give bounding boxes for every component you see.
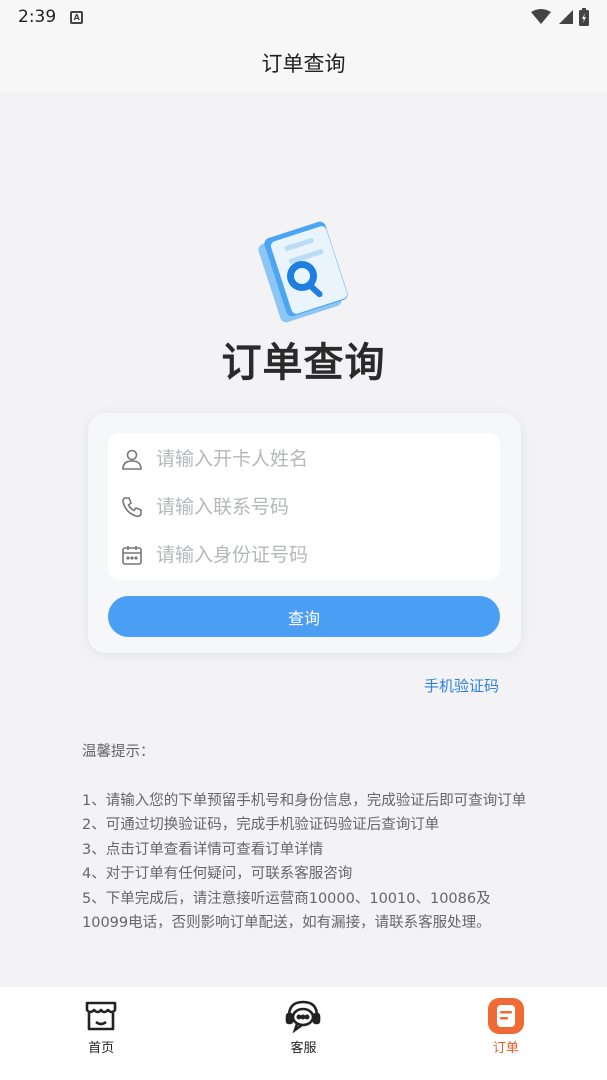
page-title: 订单查询 — [261, 52, 346, 76]
sms-code-link[interactable]: 手机验证码 — [424, 675, 499, 696]
name-field-row — [108, 435, 500, 483]
status-icons — [531, 8, 589, 26]
storefront-icon — [82, 997, 120, 1035]
order-list-icon — [487, 997, 525, 1035]
battery-icon — [579, 8, 589, 26]
phone-field-row — [108, 483, 500, 531]
tab-service-label: 客服 — [290, 1041, 317, 1056]
status-bar: 2:39 A — [0, 0, 607, 34]
tip-item: 1、请输入您的下单预留手机号和身份信息，完成验证后即可查询订单 — [82, 792, 527, 809]
headset-chat-icon — [284, 997, 322, 1035]
tip-item: 2、可通过切换验证码，完成手机验证码验证后查询订单 — [82, 817, 440, 833]
hero-title: 订单查询 — [221, 340, 386, 386]
tab-service[interactable]: 客服 — [202, 987, 404, 1080]
query-card: 查询 — [88, 413, 521, 653]
document-search-icon — [258, 221, 348, 323]
tab-home[interactable]: 首页 — [0, 987, 202, 1080]
signal-icon — [559, 10, 573, 24]
wifi-icon — [531, 9, 551, 24]
bottom-tab-bar: 首页 客服 订单 — [0, 987, 607, 1080]
calendar-icon — [108, 544, 156, 566]
phone-input[interactable] — [156, 496, 486, 518]
name-input[interactable] — [156, 448, 486, 470]
tab-orders-label: 订单 — [492, 1041, 519, 1056]
query-button[interactable]: 查询 — [108, 596, 500, 637]
status-time: 2:39 — [18, 7, 57, 27]
tab-home-label: 首页 — [88, 1041, 115, 1056]
phone-icon — [108, 496, 156, 518]
tip-item: 5、下单完成后，请注意接听运营商10000、10010、10086及10099电… — [82, 890, 491, 932]
id-number-input[interactable] — [156, 544, 486, 566]
notification-badge-icon: A — [70, 10, 84, 24]
tip-item: 4、对于订单有任何疑问，可联系客服咨询 — [82, 866, 353, 882]
user-icon — [108, 448, 156, 470]
tip-item: 3、点击订单查看详情可查看订单详情 — [82, 841, 324, 858]
tab-orders[interactable]: 订单 — [405, 987, 607, 1080]
tips-title: 温馨提示： — [82, 744, 155, 760]
tips-section: 温馨提示： 1、请输入您的下单预留手机号和身份信息，完成验证后即可查询订单 2、… — [82, 740, 532, 936]
input-group — [108, 433, 500, 580]
top-header: 订单查询 — [0, 34, 607, 92]
id-field-row — [108, 531, 500, 579]
